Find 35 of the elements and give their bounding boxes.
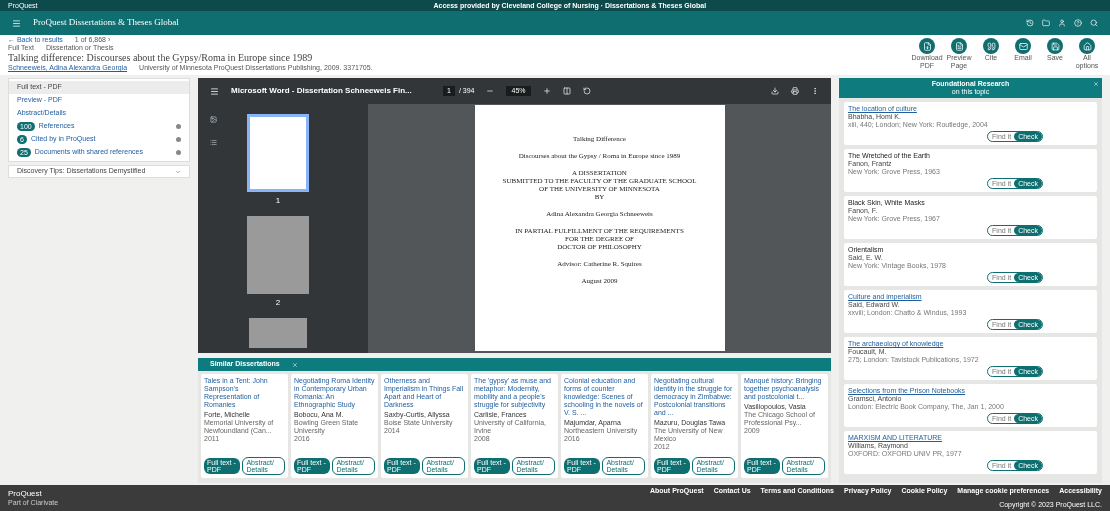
file-name: Microsoft Word - Dissertation Schneeweis Fin... <box>231 85 413 97</box>
page-number: 1 <box>275 195 281 207</box>
footer-brand: ProQuest <box>8 489 43 498</box>
fit-page-icon[interactable] <box>562 87 571 95</box>
document-title: Talking difference: Discourses about the Gypsy/Roma in Europe since 1989 <box>8 52 314 64</box>
info-icon <box>176 124 181 129</box>
info-icon <box>176 150 181 155</box>
close-icon[interactable] <box>1093 81 1099 87</box>
search-icon[interactable] <box>1090 19 1098 27</box>
page-number: 2 <box>275 297 281 309</box>
info-icon <box>176 137 181 142</box>
download-icon <box>922 41 932 51</box>
header-title: ProQuest Dissertations & Theses Global <box>33 16 179 30</box>
chevron-icon <box>175 168 181 175</box>
page-thumbnail[interactable] <box>249 318 307 348</box>
menu-icon[interactable] <box>12 18 21 28</box>
close-icon[interactable] <box>291 361 298 368</box>
preview-icon <box>954 41 964 51</box>
outline-icon[interactable] <box>209 139 217 146</box>
print-icon[interactable] <box>791 87 799 95</box>
zoom-in-icon[interactable] <box>542 87 551 95</box>
user-icon[interactable] <box>1058 19 1066 27</box>
history-icon[interactable] <box>1026 19 1034 27</box>
cite-icon <box>986 41 996 51</box>
email-icon <box>1018 41 1028 51</box>
zoom-out-icon[interactable] <box>486 87 495 95</box>
save-icon <box>1050 41 1060 51</box>
rotate-icon[interactable] <box>582 87 591 95</box>
help-icon[interactable] <box>1074 19 1082 27</box>
download-icon[interactable] <box>771 87 779 95</box>
menu-icon[interactable] <box>210 86 219 96</box>
folder-icon[interactable] <box>1042 19 1050 27</box>
thumbnail-icon[interactable] <box>209 116 217 123</box>
page-thumbnail[interactable] <box>247 216 309 294</box>
page-thumbnail[interactable] <box>247 114 309 192</box>
